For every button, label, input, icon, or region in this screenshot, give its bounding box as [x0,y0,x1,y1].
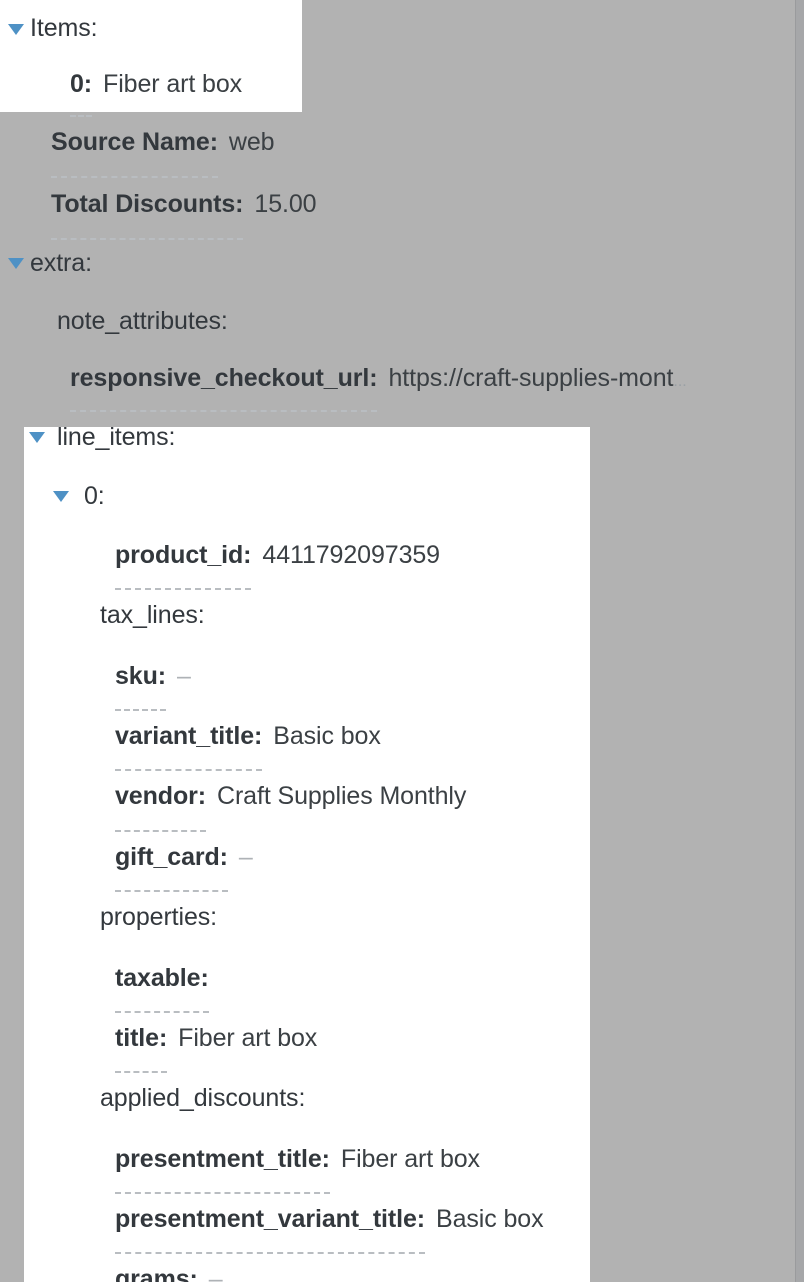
tree-value-presentment-title: Fiber art box [340,1145,480,1173]
tree-key-presentment-variant-title: presentment_variant_title: [115,1189,425,1254]
tree-row-items-0[interactable]: 0: Fiber art box [0,57,804,117]
tree-key-items-0: 0: [70,57,92,117]
tree-row-sku[interactable]: sku: – [0,646,804,711]
tree-row-line-items-0[interactable]: 0: [0,467,804,525]
tree-value-gift-card: – [238,843,253,871]
tree-row-variant-title[interactable]: variant_title: Basic box [0,706,804,771]
tree-key-extra: extra: [30,249,92,277]
tree-value-product-id: 4411792097359 [262,541,440,569]
tree-row-product-id[interactable]: product_id: 4411792097359 [0,525,804,590]
tree-body: Items: 0: Fiber art box Source Name: web… [0,0,804,1282]
tree-row-tax-lines[interactable]: tax_lines: [0,585,804,646]
tree-row-items[interactable]: Items: [0,0,804,57]
tree-value-sku: – [177,662,191,690]
tree-key-properties: properties: [100,903,218,931]
json-tree-viewer[interactable]: Items: 0: Fiber art box Source Name: web… [0,0,804,1282]
tree-key-source-name: Source Name: [51,112,218,178]
tree-key-responsive-checkout-url: responsive_checkout_url: [70,350,378,412]
tree-row-taxable[interactable]: taxable: [0,948,804,1013]
tree-value-total-discounts: 15.00 [254,190,317,218]
tree-key-note-attributes: note_attributes: [57,307,228,335]
tree-row-total-discounts[interactable]: Total Discounts: 15.00 [0,173,804,240]
tree-value-source-name: web [228,128,275,156]
tree-key-presentment-title: presentment_title: [115,1129,330,1194]
tree-value-grams: – [208,1265,223,1282]
tree-key-items: Items: [30,14,98,42]
tree-value-responsive-checkout-url: https://craft-supplies-mont [388,364,674,392]
tree-key-tax-lines: tax_lines: [100,601,205,629]
tree-value-vendor: Craft Supplies Monthly [216,782,467,810]
tree-row-note-attributes[interactable]: note_attributes: [0,292,804,350]
tree-key-taxable: taxable: [115,948,209,1013]
tree-key-total-discounts: Total Discounts: [51,173,243,240]
tree-row-properties[interactable]: properties: [0,887,804,948]
tree-row-presentment-variant-title[interactable]: presentment_variant_title: Basic box [0,1189,804,1254]
chevron-down-icon[interactable] [53,491,69,502]
tree-row-applied-discounts[interactable]: applied_discounts: [0,1068,804,1129]
tree-row-presentment-title[interactable]: presentment_title: Fiber art box [0,1129,804,1194]
tree-key-sku: sku: [115,646,166,711]
tree-row-extra[interactable]: extra: [0,235,804,292]
tree-key-gift-card: gift_card: [115,827,228,892]
tree-row-line-items[interactable]: line_items: [0,407,804,467]
tree-row-title[interactable]: title: Fiber art box [0,1008,804,1073]
tree-key-applied-discounts: applied_discounts: [100,1084,306,1112]
tree-row-grams[interactable]: grams: – [0,1249,804,1282]
tree-key-product-id: product_id: [115,525,251,590]
tree-row-source-name[interactable]: Source Name: web [0,112,804,178]
tree-value-presentment-variant-title: Basic box [436,1205,544,1233]
tree-key-vendor: vendor: [115,766,206,832]
tree-key-grams: grams: [115,1249,198,1282]
tree-row-gift-card[interactable]: gift_card: – [0,827,804,892]
tree-value-title: Fiber art box [178,1024,318,1052]
tree-row-responsive-checkout-url[interactable]: responsive_checkout_url: https://craft-s… [0,350,804,412]
chevron-down-icon[interactable] [8,258,24,269]
chevron-down-icon[interactable] [29,432,45,443]
tree-key-variant-title: variant_title: [115,706,262,771]
tree-row-vendor[interactable]: vendor: Craft Supplies Monthly [0,766,804,832]
tree-key-line-items: line_items: [57,423,176,451]
tree-value-items-0: Fiber art box [103,70,243,98]
tree-key-line-items-0: 0: [84,482,105,510]
truncation-ellipsis: ... [673,373,687,390]
tree-value-variant-title: Basic box [273,722,381,750]
chevron-down-icon[interactable] [8,24,24,35]
tree-key-title: title: [115,1008,167,1073]
